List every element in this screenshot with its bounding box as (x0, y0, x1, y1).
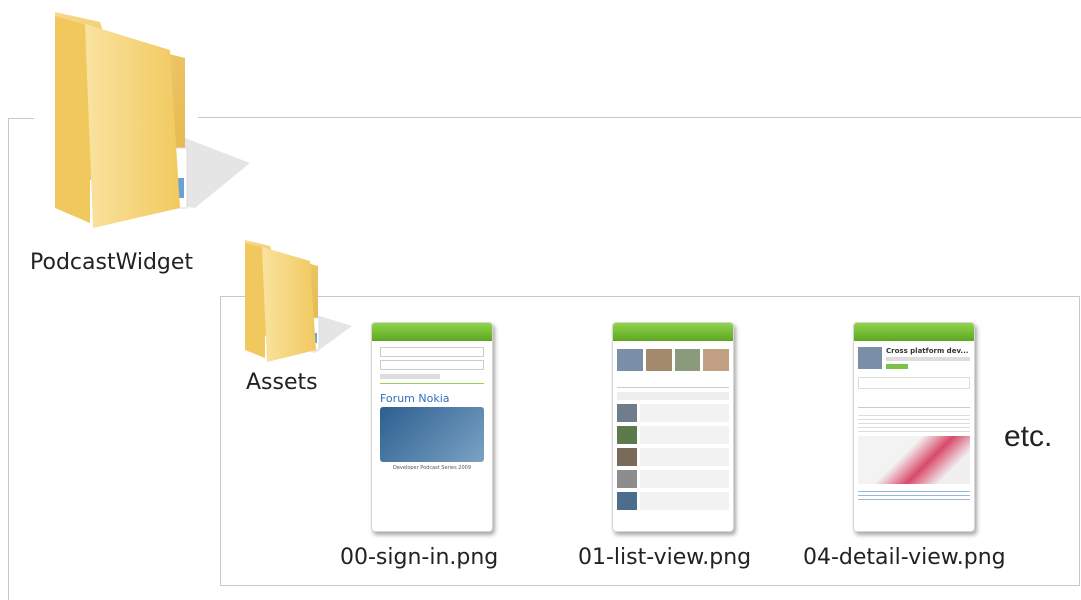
file-label-sign-in: 00-sign-in.png (340, 545, 499, 570)
podcastwidget-folder-label: PodcastWidget (30, 250, 194, 275)
app-bar (372, 323, 492, 341)
folder-icon (245, 240, 352, 362)
tree-line-top-left (8, 118, 34, 119)
headline-text: Cross platform dev... (886, 347, 969, 355)
file-thumbnail-sign-in[interactable]: Forum Nokia Developer Podcast Series 200… (371, 322, 493, 532)
file-thumbnail-detail-view[interactable]: Cross platform dev... (853, 322, 975, 532)
app-bar (854, 323, 974, 341)
more-files-label: etc. (1004, 420, 1053, 453)
tree-line-vertical (8, 118, 9, 600)
brand-text: Forum Nokia (380, 392, 450, 405)
file-label-detail-view: 04-detail-view.png (803, 545, 1006, 570)
folder-icon (55, 12, 250, 228)
podcastwidget-folder[interactable] (45, 8, 255, 238)
assets-folder-label: Assets (246, 370, 318, 395)
file-thumbnail-list-view[interactable] (612, 322, 734, 532)
caption-text: Developer Podcast Series 2009 (392, 465, 472, 471)
file-label-list-view: 01-list-view.png (578, 545, 752, 570)
assets-folder[interactable] (240, 238, 360, 368)
tree-line-top-right (198, 117, 1081, 118)
app-bar (613, 323, 733, 341)
